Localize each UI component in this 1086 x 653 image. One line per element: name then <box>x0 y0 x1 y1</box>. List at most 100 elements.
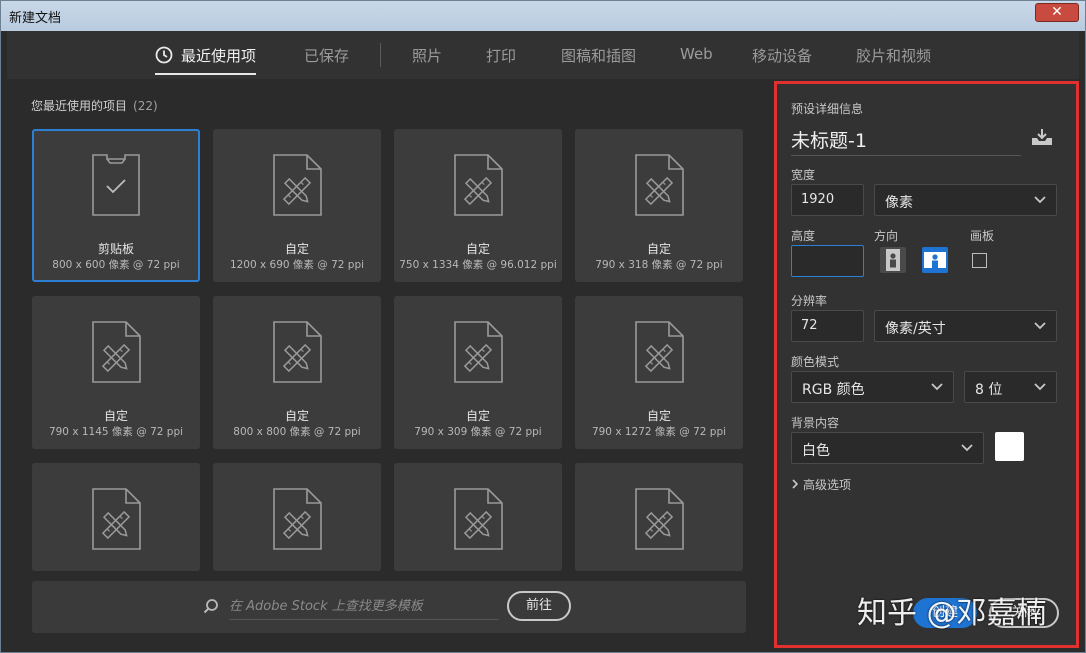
recent-item-card[interactable]: 自定 1200 x 690 像素 @ 72 ppi <box>213 129 381 282</box>
width-input[interactable]: 1920 <box>791 184 864 216</box>
portrait-orientation-button[interactable] <box>880 247 906 273</box>
new-document-window: 新建文档 ✕ 最近使用项 已保存 照片 打印 图稿和插图 Web 移动设备 胶片… <box>0 0 1086 653</box>
bit-depth-value: 8 位 <box>975 382 1003 398</box>
resolution-unit-dropdown[interactable]: 像素/英寸 <box>874 310 1057 342</box>
recent-item-dimensions: 790 x 318 像素 @ 72 ppi <box>595 259 723 271</box>
artboard-label: 画板 <box>970 229 995 243</box>
recent-title: 您最近使用的项目 (22) <box>31 97 158 114</box>
document-tools-icon <box>90 320 142 388</box>
recent-item-dimensions: 1200 x 690 像素 @ 72 ppi <box>229 259 365 271</box>
color-mode-dropdown[interactable]: RGB 颜色 <box>791 371 954 403</box>
width-unit-value: 像素 <box>885 195 913 211</box>
tab-divider <box>380 43 381 67</box>
tab-label: 最近使用项 <box>181 47 257 65</box>
orientation-label: 方向 <box>874 229 899 243</box>
tab-mobile[interactable]: 移动设备 <box>752 45 812 75</box>
search-icon <box>203 599 218 614</box>
recent-item-card[interactable]: 自定 790 x 1145 像素 @ 72 ppi <box>32 296 200 449</box>
recent-item-dimensions: 800 x 800 像素 @ 72 ppi <box>233 426 361 438</box>
watermark: 知乎 @邓嘉楠 <box>857 596 1047 631</box>
recent-item-card[interactable] <box>213 463 381 571</box>
resolution-input[interactable]: 72 <box>791 310 864 342</box>
recent-item-card[interactable]: 自定 790 x 1272 像素 @ 72 ppi <box>575 296 743 449</box>
tab-saved[interactable]: 已保存 <box>304 45 349 75</box>
color-mode-value: RGB 颜色 <box>802 382 865 398</box>
chevron-down-icon <box>931 383 943 391</box>
recent-item-name: 剪贴板 <box>97 242 134 256</box>
window-title: 新建文档 <box>9 11 62 26</box>
color-mode-label: 颜色模式 <box>791 355 840 369</box>
recent-item-name: 自定 <box>103 409 128 423</box>
tab-web[interactable]: Web <box>680 45 713 75</box>
recent-title-text: 您最近使用的项目 <box>31 99 128 113</box>
background-label: 背景内容 <box>791 416 840 430</box>
document-tools-icon <box>452 153 504 221</box>
recent-item-dimensions: 750 x 1334 像素 @ 96.012 ppi <box>399 259 557 271</box>
tab-print[interactable]: 打印 <box>486 45 516 75</box>
recent-item-card[interactable] <box>32 463 200 571</box>
recent-item-dimensions: 790 x 1272 像素 @ 72 ppi <box>591 426 727 438</box>
width-label: 宽度 <box>791 168 816 182</box>
background-color-swatch[interactable] <box>995 432 1024 461</box>
document-tools-icon <box>271 320 323 388</box>
tab-art-illustration[interactable]: 图稿和插图 <box>561 45 636 75</box>
chevron-down-icon <box>1034 383 1046 391</box>
titlebar: 新建文档 ✕ <box>1 1 1085 31</box>
document-tools-icon <box>90 487 142 555</box>
document-tools-icon <box>633 487 685 555</box>
background-dropdown[interactable]: 白色 <box>791 432 984 464</box>
chevron-down-icon <box>961 444 973 452</box>
recent-item-card[interactable]: 自定 790 x 318 像素 @ 72 ppi <box>575 129 743 282</box>
resolution-label: 分辨率 <box>791 294 828 308</box>
document-tools-icon <box>633 320 685 388</box>
recent-item-card[interactable]: 自定 790 x 309 像素 @ 72 ppi <box>394 296 562 449</box>
chevron-right-icon <box>792 479 799 489</box>
recent-count: (22) <box>133 99 158 113</box>
stock-search-input[interactable] <box>229 594 499 620</box>
tab-photo[interactable]: 照片 <box>412 45 442 75</box>
recent-item-card[interactable] <box>575 463 743 571</box>
tab-recent[interactable]: 最近使用项 <box>155 45 257 75</box>
resolution-unit-value: 像素/英寸 <box>885 321 946 337</box>
advanced-options-label: 高级选项 <box>803 478 852 492</box>
recent-item-name: 自定 <box>646 409 671 423</box>
recent-item-card[interactable] <box>394 463 562 571</box>
dialog-frame: 最近使用项 已保存 照片 打印 图稿和插图 Web 移动设备 胶片和视频 您最近… <box>7 31 1079 648</box>
document-name-input[interactable]: 未标题-1 <box>791 122 1021 156</box>
portrait-icon <box>886 249 900 271</box>
recent-item-dimensions: 790 x 1145 像素 @ 72 ppi <box>48 426 184 438</box>
recent-item-name: 自定 <box>284 242 309 256</box>
recent-item-dimensions: 800 x 600 像素 @ 72 ppi <box>52 259 180 271</box>
preset-details-panel: 预设详细信息 未标题-1 宽度 1920 像素 高度 方向 画板 分辨率 72 … <box>774 81 1079 648</box>
document-tools-icon <box>452 487 504 555</box>
clock-icon <box>155 46 173 64</box>
landscape-icon <box>924 252 946 268</box>
go-button[interactable]: 前往 <box>507 591 571 621</box>
background-value: 白色 <box>802 443 830 459</box>
height-label: 高度 <box>791 229 816 243</box>
stock-search-bar: 前往 <box>32 581 746 633</box>
document-tools-icon <box>271 153 323 221</box>
clipboard-icon <box>90 153 142 221</box>
category-tabbar: 最近使用项 已保存 照片 打印 图稿和插图 Web 移动设备 胶片和视频 <box>7 31 1079 79</box>
height-input[interactable] <box>791 245 864 277</box>
recent-item-card[interactable]: 自定 750 x 1334 像素 @ 96.012 ppi <box>394 129 562 282</box>
advanced-options-toggle[interactable]: 高级选项 <box>791 476 851 493</box>
bit-depth-dropdown[interactable]: 8 位 <box>964 371 1057 403</box>
window-close-button[interactable]: ✕ <box>1035 3 1079 22</box>
artboard-checkbox[interactable] <box>972 253 987 268</box>
document-tools-icon <box>633 153 685 221</box>
recent-item-card[interactable]: 剪贴板 800 x 600 像素 @ 72 ppi <box>32 129 200 282</box>
save-preset-icon[interactable] <box>1031 128 1053 146</box>
document-tools-icon <box>452 320 504 388</box>
landscape-orientation-button[interactable] <box>922 247 948 273</box>
recent-item-card[interactable]: 自定 800 x 800 像素 @ 72 ppi <box>213 296 381 449</box>
document-tools-icon <box>271 487 323 555</box>
chevron-down-icon <box>1034 322 1046 330</box>
width-unit-dropdown[interactable]: 像素 <box>874 184 1057 216</box>
recent-item-name: 自定 <box>465 409 490 423</box>
recent-panel: 您最近使用的项目 (22) 剪贴板 800 x 600 像素 @ 72 ppi 自定 1… <box>7 79 767 648</box>
recent-item-name: 自定 <box>284 409 309 423</box>
tab-film-video[interactable]: 胶片和视频 <box>856 45 931 75</box>
preset-section-title: 预设详细信息 <box>791 102 864 116</box>
